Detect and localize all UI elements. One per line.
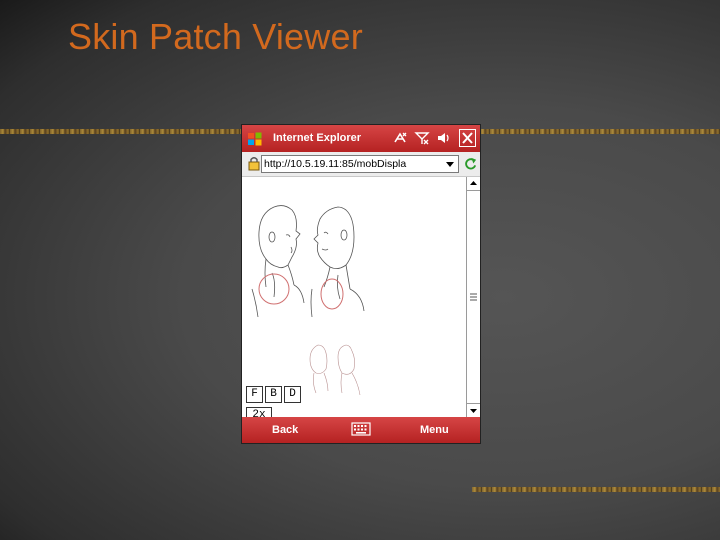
scroll-thumb[interactable] (467, 190, 480, 404)
scroll-up-icon[interactable] (467, 177, 480, 190)
decorative-rule (0, 129, 242, 134)
page-content: F B D 2x (242, 177, 466, 417)
address-bar: http://10.5.19.11:85/mobDispla (242, 152, 480, 177)
lock-icon (248, 157, 260, 171)
windows-start-icon[interactable] (247, 131, 263, 147)
body-diagram[interactable] (242, 177, 466, 417)
title-bar: Internet Explorer (242, 125, 480, 152)
decorative-rule (472, 487, 720, 492)
close-icon (462, 132, 473, 144)
url-input[interactable]: http://10.5.19.11:85/mobDispla (261, 155, 459, 173)
back-view-button[interactable]: B (265, 386, 282, 403)
refresh-icon[interactable] (463, 156, 478, 171)
vertical-scrollbar[interactable] (466, 177, 480, 417)
scroll-down-icon[interactable] (467, 404, 480, 417)
connectivity-icon[interactable] (392, 130, 408, 146)
skin-patch-right (320, 278, 344, 310)
menu-softkey[interactable]: Menu (420, 424, 449, 436)
chevron-down-icon[interactable] (443, 157, 457, 171)
front-view-button[interactable]: F (246, 386, 263, 403)
decorative-rule (480, 129, 720, 134)
url-text: http://10.5.19.11:85/mobDispla (264, 158, 407, 170)
keyboard-icon[interactable] (351, 422, 371, 436)
back-softkey[interactable]: Back (272, 424, 298, 436)
thumbnail-figures (309, 344, 361, 396)
phone-screen: Internet Explorer http://10.5.19.11:85/m… (242, 125, 480, 443)
volume-icon[interactable] (436, 130, 452, 146)
close-button[interactable] (459, 129, 476, 147)
signal-icon[interactable] (414, 130, 430, 146)
slide-title: Skin Patch Viewer (68, 16, 363, 57)
window-title: Internet Explorer (273, 132, 362, 144)
grip-icon (470, 293, 477, 301)
head-profile-right-facing (251, 205, 305, 318)
detail-view-button[interactable]: D (284, 386, 301, 403)
softkey-bar: Back Menu (242, 417, 480, 443)
head-profile-left-facing (310, 206, 365, 318)
zoom-button[interactable]: 2x (246, 407, 272, 417)
